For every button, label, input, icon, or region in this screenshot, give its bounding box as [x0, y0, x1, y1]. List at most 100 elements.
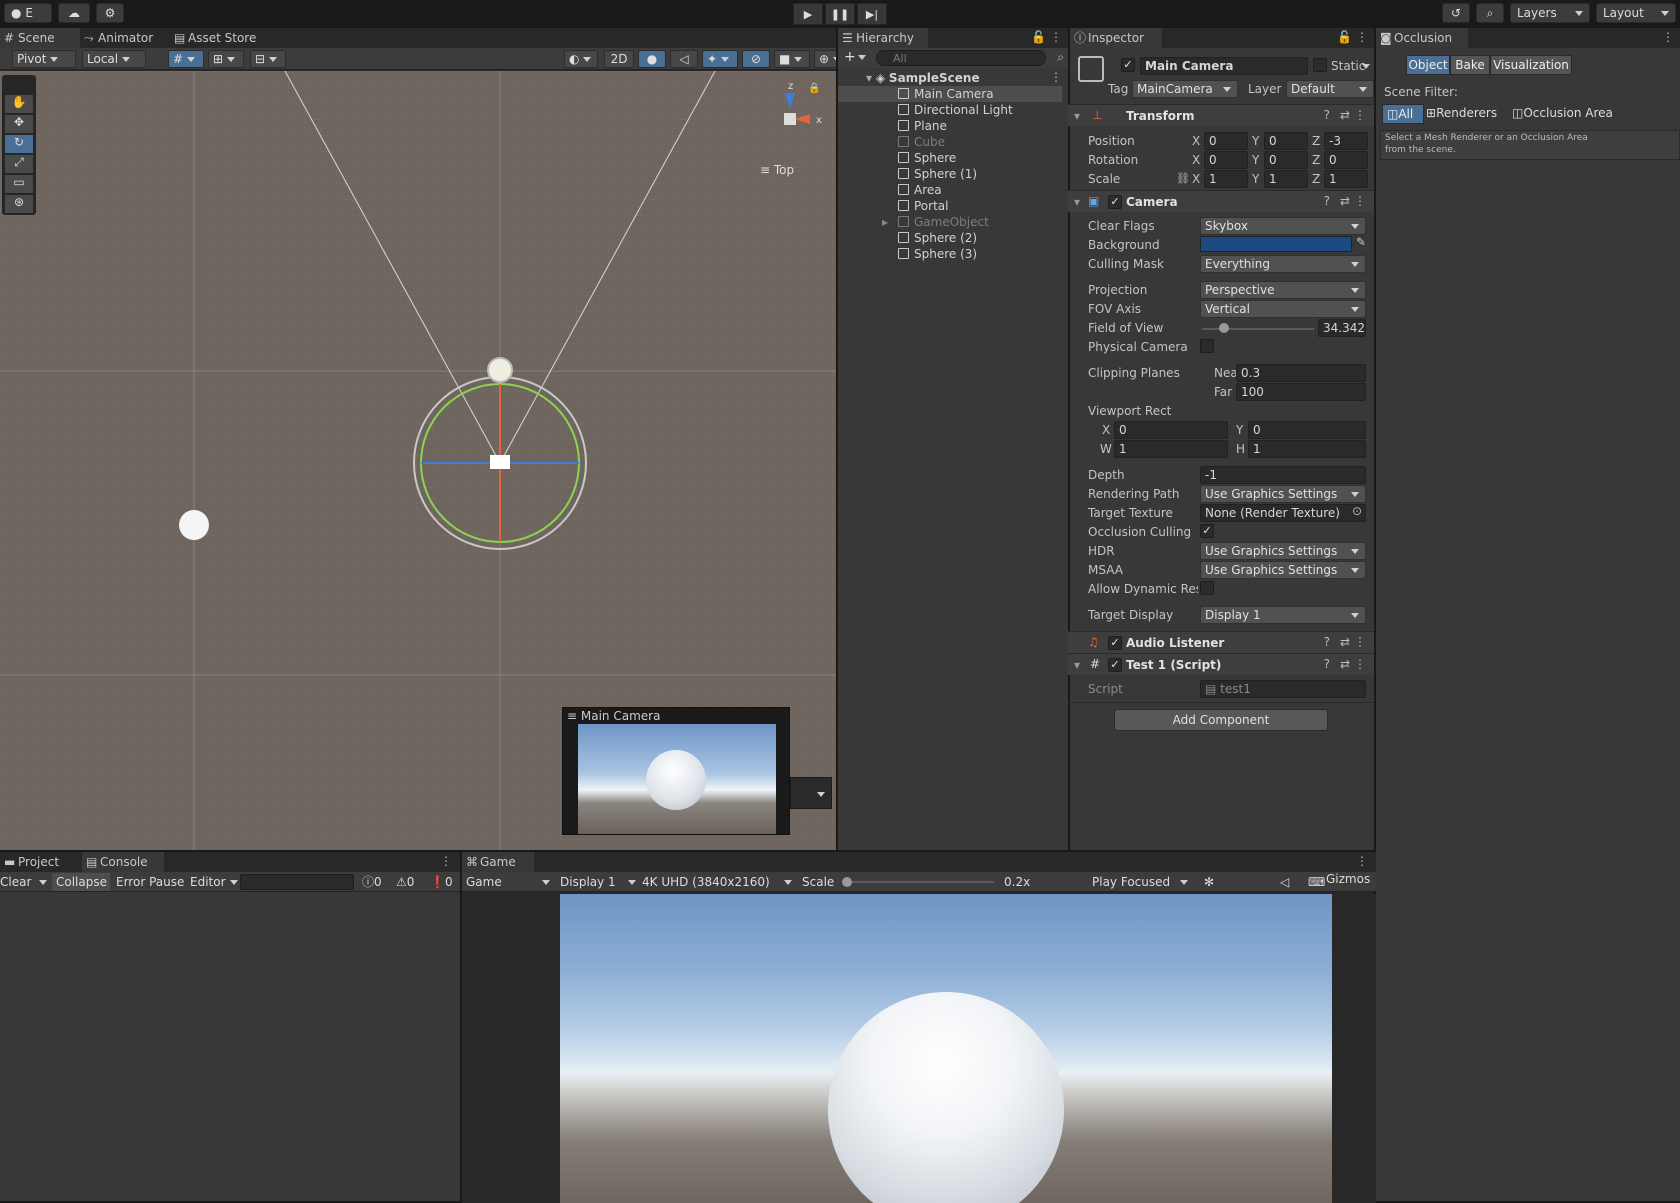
- tab-animator[interactable]: ⤳ Animator: [80, 28, 170, 48]
- fov-axis-dropdown[interactable]: Vertical: [1200, 300, 1366, 318]
- scale-slider-thumb[interactable]: [842, 877, 852, 887]
- hierarchy-item[interactable]: Sphere (2): [838, 230, 1062, 246]
- more-menu-icon[interactable]: ⋮: [1354, 657, 1366, 671]
- object-picker-icon[interactable]: ⊙: [1352, 504, 1362, 518]
- view-label[interactable]: ≡ Top: [760, 163, 794, 177]
- editor-dropdown[interactable]: Editor: [190, 873, 238, 891]
- rotation-y-field[interactable]: 0: [1264, 151, 1308, 169]
- clear-flags-dropdown[interactable]: Skybox: [1200, 217, 1366, 235]
- audio-listener-header[interactable]: ♫ ✓ Audio Listener ? ⇄ ⋮: [1068, 631, 1374, 653]
- msaa-dropdown[interactable]: Use Graphics Settings: [1200, 561, 1366, 579]
- account-dropdown[interactable]: ● E: [4, 3, 52, 34]
- presets-icon[interactable]: ⇄: [1340, 194, 1350, 208]
- tab-object[interactable]: Object: [1406, 55, 1450, 75]
- effects-toggle[interactable]: ✦: [702, 50, 738, 68]
- scale-slider-track[interactable]: [844, 881, 994, 883]
- lock-icon[interactable]: 🔓: [1337, 30, 1352, 44]
- tab-occlusion[interactable]: ◙ Occlusion: [1376, 28, 1468, 48]
- hierarchy-item[interactable]: Cube: [838, 134, 1062, 150]
- help-icon[interactable]: ?: [1324, 657, 1330, 671]
- chevron-down-icon[interactable]: [858, 55, 866, 60]
- filter-all-button[interactable]: ◫All: [1382, 104, 1424, 124]
- pivot-dropdown[interactable]: Pivot: [12, 50, 76, 68]
- position-y-field[interactable]: 0: [1264, 132, 1308, 150]
- cloud-button[interactable]: ☁: [58, 3, 90, 23]
- tab-scene[interactable]: # Scene: [0, 28, 80, 48]
- fov-value-field[interactable]: 34.342: [1318, 319, 1366, 337]
- rendering-path-dropdown[interactable]: Use Graphics Settings: [1200, 485, 1366, 503]
- scene-viewport[interactable]: ✋ ✥ ↻ ⤢ ▭ ⊛ z x 🔒 ≡ Top ≡ Main Camera: [0, 71, 850, 850]
- presets-icon[interactable]: ⇄: [1340, 108, 1350, 122]
- tab-project[interactable]: ▬ Project: [0, 852, 80, 872]
- active-checkbox[interactable]: ✓: [1121, 58, 1135, 72]
- more-menu-icon[interactable]: ⋮: [1050, 70, 1062, 84]
- tab-asset-store[interactable]: ▤ Asset Store: [170, 28, 270, 48]
- help-icon[interactable]: ?: [1324, 194, 1330, 208]
- play-focused-dropdown[interactable]: Play Focused: [1092, 872, 1192, 892]
- keyboard-icon[interactable]: ⌨: [1308, 872, 1325, 892]
- search-button[interactable]: ⌕: [1476, 3, 1504, 23]
- add-icon[interactable]: +: [844, 49, 856, 65]
- hdr-dropdown[interactable]: Use Graphics Settings: [1200, 542, 1366, 560]
- projection-dropdown[interactable]: Perspective: [1200, 281, 1366, 299]
- audio-toggle[interactable]: ◁: [670, 50, 698, 68]
- help-icon[interactable]: ?: [1324, 635, 1330, 649]
- services-button[interactable]: ⚙: [96, 3, 124, 23]
- scene-search-icon[interactable]: ⌕: [1057, 50, 1064, 65]
- script-header[interactable]: ▾ # ✓ Test 1 (Script) ? ⇄ ⋮: [1068, 653, 1374, 675]
- mute-audio-icon[interactable]: ◁: [1280, 872, 1289, 892]
- audio-listener-checkbox[interactable]: ✓: [1108, 636, 1122, 650]
- object-name-field[interactable]: Main Camera: [1140, 57, 1308, 75]
- lighting-toggle[interactable]: ●: [638, 50, 666, 68]
- hierarchy-item[interactable]: Area: [838, 182, 1062, 198]
- physical-camera-checkbox[interactable]: [1200, 339, 1214, 353]
- near-field[interactable]: 0.3: [1236, 364, 1366, 382]
- error-count-toggle[interactable]: ❗0: [430, 873, 453, 891]
- scale-y-field[interactable]: 1: [1264, 170, 1308, 188]
- clear-button[interactable]: Clear: [0, 873, 50, 891]
- rotate-tool-icon[interactable]: ↻: [5, 135, 33, 153]
- step-button[interactable]: ▶|: [857, 3, 887, 25]
- presets-icon[interactable]: ⇄: [1340, 635, 1350, 649]
- shading-mode-button[interactable]: ◐: [564, 50, 598, 68]
- tab-bake[interactable]: Bake: [1450, 55, 1490, 75]
- display-dropdown[interactable]: Display 1: [560, 872, 640, 892]
- viewport-w-field[interactable]: 1: [1114, 440, 1228, 458]
- tag-dropdown[interactable]: MainCamera: [1132, 80, 1238, 98]
- hierarchy-item[interactable]: Sphere (1): [838, 166, 1062, 182]
- viewport-h-field[interactable]: 1: [1248, 440, 1366, 458]
- transform-header[interactable]: ▾ ⊥ Transform ? ⇄ ⋮: [1068, 104, 1374, 126]
- hierarchy-item[interactable]: Portal: [838, 198, 1062, 214]
- far-field[interactable]: 100: [1236, 383, 1366, 401]
- expand-arrow-icon[interactable]: ▸: [882, 214, 888, 230]
- tab-inspector[interactable]: ⓘ Inspector: [1070, 28, 1162, 48]
- rect-tool-icon[interactable]: ▭: [5, 175, 33, 193]
- history-button[interactable]: ↺: [1442, 3, 1470, 23]
- error-pause-toggle[interactable]: Error Pause: [116, 873, 184, 891]
- add-component-button[interactable]: Add Component: [1114, 709, 1328, 731]
- camera-header[interactable]: ▾ ▣ ✓ Camera ? ⇄ ⋮: [1068, 190, 1374, 212]
- grid-snap-button[interactable]: #: [168, 50, 204, 68]
- hierarchy-item[interactable]: Main Camera: [838, 86, 1062, 102]
- layout-dropdown[interactable]: Layout: [1596, 3, 1676, 23]
- viewport-x-field[interactable]: 0: [1114, 421, 1228, 439]
- background-color-swatch[interactable]: [1200, 236, 1352, 252]
- hierarchy-item[interactable]: Directional Light: [838, 102, 1062, 118]
- overlay-menu[interactable]: [790, 777, 832, 809]
- fov-slider-thumb[interactable]: [1219, 323, 1230, 333]
- hierarchy-item[interactable]: Plane: [838, 118, 1062, 134]
- link-scale-icon[interactable]: ⛓: [1176, 172, 1190, 185]
- mode-2d-button[interactable]: 2D: [604, 50, 634, 68]
- tab-visualization[interactable]: Visualization: [1490, 55, 1572, 75]
- lock-icon[interactable]: 🔓: [1031, 30, 1046, 44]
- snap-increment-button[interactable]: ⊞: [208, 50, 244, 68]
- position-x-field[interactable]: 0: [1204, 132, 1248, 150]
- local-dropdown[interactable]: Local: [82, 50, 146, 68]
- transform-tool-icon[interactable]: ⊛: [5, 195, 33, 213]
- scale-tool-icon[interactable]: ⤢: [5, 155, 33, 173]
- move-tool-icon[interactable]: ✥: [5, 115, 33, 133]
- position-z-field[interactable]: -3: [1324, 132, 1368, 150]
- more-menu-icon[interactable]: ⋮: [1662, 30, 1674, 44]
- filter-renderers-button[interactable]: ⊞Renderers: [1426, 106, 1497, 120]
- filter-occlusion-area-button[interactable]: ◫Occlusion Area: [1512, 106, 1613, 120]
